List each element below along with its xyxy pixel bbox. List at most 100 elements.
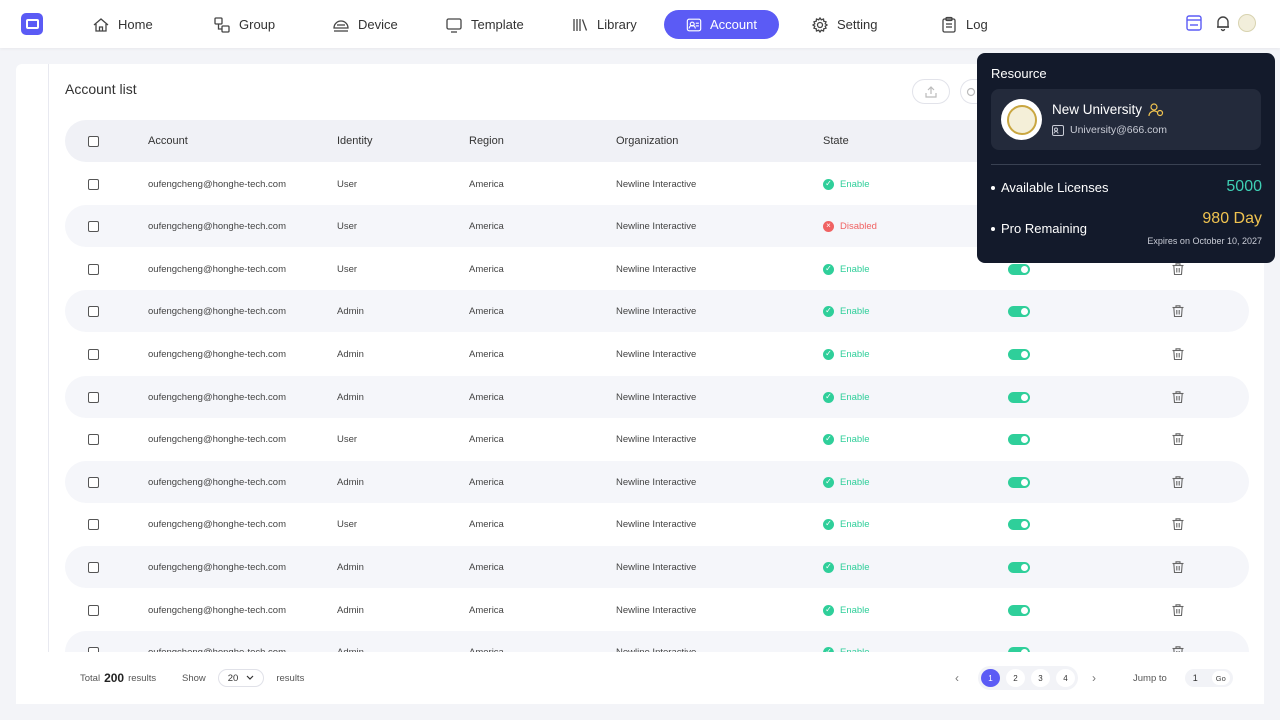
row-checkbox[interactable]: [88, 476, 99, 488]
show-label: Show: [182, 672, 206, 684]
column-header-account[interactable]: Account: [148, 120, 188, 162]
column-header-identity[interactable]: Identity: [337, 120, 372, 162]
account-cell: oufengcheng@honghe-tech.com: [148, 433, 286, 445]
home-icon: [93, 17, 109, 32]
enable-toggle[interactable]: [1008, 476, 1030, 488]
user-avatar[interactable]: [1238, 14, 1256, 32]
page-size-select[interactable]: 20: [217, 669, 265, 687]
jump-input[interactable]: 1 Go: [1184, 669, 1233, 687]
organization-cell: Newline Interactive: [616, 561, 697, 573]
row-checkbox[interactable]: [88, 604, 99, 616]
row-checkbox[interactable]: [88, 348, 99, 360]
page-button[interactable]: 1: [981, 669, 1000, 687]
row-checkbox[interactable]: [88, 561, 99, 573]
enable-toggle[interactable]: [1008, 305, 1030, 317]
table-row[interactable]: oufengcheng@honghe-tech.com User America Ne…: [65, 418, 1249, 460]
enable-toggle[interactable]: [1008, 391, 1030, 403]
table-row[interactable]: oufengcheng@honghe-tech.com Admin America N…: [65, 333, 1249, 375]
page-button[interactable]: 3: [1031, 669, 1050, 687]
enable-toggle[interactable]: [1008, 348, 1030, 360]
page-button[interactable]: 4: [1056, 669, 1075, 687]
export-button[interactable]: [912, 79, 950, 104]
app-logo[interactable]: [21, 13, 43, 35]
enable-toggle[interactable]: [1008, 604, 1030, 616]
page-button[interactable]: 2: [1006, 669, 1025, 687]
nav-item-label: Account: [710, 17, 757, 32]
table-row[interactable]: oufengcheng@honghe-tech.com Admin America N…: [65, 376, 1249, 418]
trash-icon[interactable]: [1171, 304, 1185, 318]
column-header-region[interactable]: Region: [469, 120, 504, 162]
row-checkbox[interactable]: [88, 518, 99, 530]
library-icon: [573, 18, 588, 31]
nav-item-setting[interactable]: Setting: [789, 10, 899, 39]
enable-toggle[interactable]: [1008, 433, 1030, 445]
organization-cell: Newline Interactive: [616, 305, 697, 317]
pagination: 1234: [978, 666, 1078, 690]
enable-toggle[interactable]: [1008, 561, 1030, 573]
organization-cell: Newline Interactive: [616, 391, 697, 403]
trash-icon[interactable]: [1171, 390, 1185, 404]
check-circle-icon: ✓: [823, 391, 834, 403]
region-cell: America: [469, 476, 504, 488]
trash-icon[interactable]: [1171, 262, 1185, 276]
column-header-organization[interactable]: Organization: [616, 120, 678, 162]
row-checkbox[interactable]: [88, 178, 99, 190]
identity-cell: User: [337, 220, 358, 232]
resource-popover: Resource New University University@666.c…: [977, 53, 1275, 263]
row-checkbox[interactable]: [88, 263, 99, 275]
table-row[interactable]: oufengcheng@honghe-tech.com Admin America N…: [65, 546, 1249, 588]
trash-icon[interactable]: [1171, 603, 1185, 617]
error-circle-icon: ×: [823, 220, 834, 232]
state-cell: ✓ Enable: [823, 418, 870, 460]
trash-icon[interactable]: [1171, 347, 1185, 361]
identity-cell: Admin: [337, 561, 364, 573]
enable-toggle[interactable]: [1008, 518, 1030, 530]
select-all-checkbox[interactable]: [88, 135, 99, 147]
region-cell: America: [469, 391, 504, 403]
nav-item-account[interactable]: Account: [664, 10, 779, 39]
nav-item-device[interactable]: Device: [310, 10, 420, 39]
trash-icon[interactable]: [1171, 475, 1185, 489]
state-cell: × Disabled: [823, 205, 877, 247]
table-footer: Total 200 results Show 20 results ‹ 1234…: [16, 652, 1264, 704]
column-header-state[interactable]: State: [823, 120, 849, 162]
row-checkbox[interactable]: [88, 433, 99, 445]
nav-item-log[interactable]: Log: [918, 10, 1010, 39]
row-checkbox[interactable]: [88, 220, 99, 232]
row-checkbox[interactable]: [88, 305, 99, 317]
trash-icon[interactable]: [1171, 432, 1185, 446]
organization-cell: Newline Interactive: [616, 476, 697, 488]
row-checkbox[interactable]: [88, 391, 99, 403]
total-suffix: results: [128, 672, 157, 684]
go-button[interactable]: Go: [1211, 671, 1230, 685]
nav-item-home[interactable]: Home: [70, 10, 175, 39]
table-row[interactable]: oufengcheng@honghe-tech.com Admin America N…: [65, 290, 1249, 332]
nav-item-group[interactable]: Group: [191, 10, 297, 39]
trash-icon[interactable]: [1171, 645, 1185, 652]
previous-page-button[interactable]: ‹: [955, 652, 959, 704]
trash-icon[interactable]: [1171, 560, 1185, 574]
state-cell: ✓ Enable: [823, 376, 870, 418]
table-row[interactable]: oufengcheng@honghe-tech.com Admin America N…: [65, 461, 1249, 503]
identity-cell: Admin: [337, 348, 364, 360]
trash-icon[interactable]: [1171, 517, 1185, 531]
card-divider: [48, 64, 49, 704]
table-row[interactable]: oufengcheng@honghe-tech.com User America Ne…: [65, 503, 1249, 545]
check-circle-icon: ✓: [823, 604, 834, 616]
enable-toggle[interactable]: [1008, 263, 1030, 275]
nav-item-template[interactable]: Template: [423, 10, 546, 39]
nav-item-label: Setting: [837, 17, 878, 32]
region-cell: America: [469, 518, 504, 530]
state-cell: ✓ Enable: [823, 163, 870, 205]
nav-item-library[interactable]: Library: [549, 10, 659, 39]
table-row[interactable]: oufengcheng@honghe-tech.com Admin America N…: [65, 631, 1249, 652]
table-row[interactable]: oufengcheng@honghe-tech.com Admin America N…: [65, 589, 1249, 631]
next-page-button[interactable]: ›: [1092, 652, 1096, 704]
jump-to-control: Jump to 1 Go: [1133, 652, 1233, 704]
state-cell: ✓ Enable: [823, 461, 870, 503]
dashboard-icon[interactable]: [1185, 14, 1203, 32]
state-cell: ✓ Enable: [823, 290, 870, 332]
region-cell: America: [469, 305, 504, 317]
bell-icon[interactable]: [1214, 14, 1232, 32]
organization-cell: Newline Interactive: [616, 433, 697, 445]
